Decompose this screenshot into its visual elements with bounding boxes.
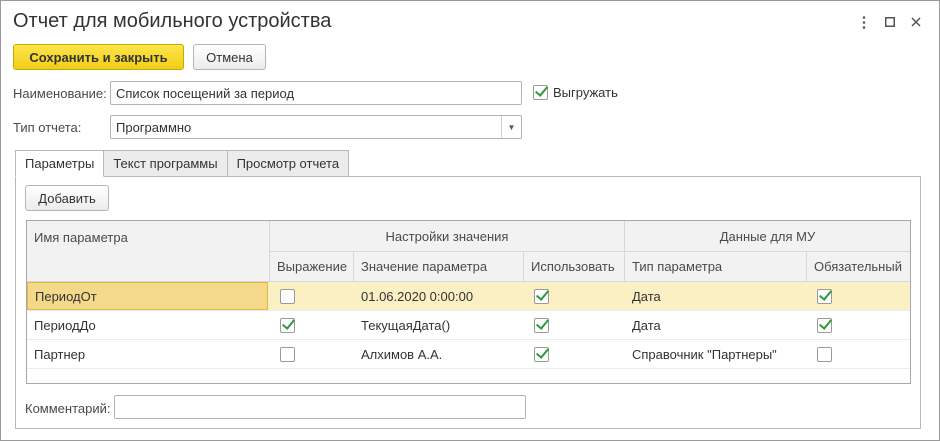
comment-field[interactable] xyxy=(114,395,526,419)
expression-checkbox[interactable] xyxy=(280,288,295,304)
report-window: Отчет для мобильного устройства Сохранит… xyxy=(0,0,940,441)
expression-cell[interactable] xyxy=(270,282,354,310)
use-cell[interactable] xyxy=(524,311,625,339)
comment-label: Комментарий: xyxy=(25,401,111,416)
param-name-cell[interactable]: ПериодДо xyxy=(27,311,270,339)
value-cell[interactable]: 01.06.2020 0:00:00 xyxy=(354,282,524,310)
report-type-select[interactable]: Программно ▼ xyxy=(110,115,522,139)
tab-parameters[interactable]: Параметры xyxy=(15,150,105,177)
tab-report-preview[interactable]: Просмотр отчета xyxy=(226,150,350,177)
dropdown-arrow-icon[interactable]: ▼ xyxy=(501,116,521,138)
table-row[interactable]: ПериодДо ТекущаяДата() Дата xyxy=(27,311,910,340)
col-group-mu-data: Данные для МУ xyxy=(625,221,910,252)
required-cell[interactable] xyxy=(807,340,910,368)
add-parameter-button[interactable]: Добавить xyxy=(25,185,109,211)
expression-checkbox[interactable] xyxy=(280,346,295,362)
use-cell[interactable] xyxy=(524,340,625,368)
col-header-required[interactable]: Обязательный xyxy=(807,252,910,282)
maximize-icon[interactable] xyxy=(877,11,903,33)
required-cell[interactable] xyxy=(807,311,910,339)
col-header-name[interactable]: Имя параметра xyxy=(27,221,270,282)
col-header-expression[interactable]: Выражение xyxy=(270,252,354,282)
col-header-use[interactable]: Использовать xyxy=(524,252,625,282)
param-name-cell[interactable]: Партнер xyxy=(27,340,270,368)
window-controls xyxy=(851,11,929,33)
type-cell[interactable]: Дата xyxy=(625,311,807,339)
parameters-panel: Добавить Имя параметра Настройки значени… xyxy=(15,176,921,429)
window-title: Отчет для мобильного устройства xyxy=(13,10,332,32)
export-checkbox-group[interactable]: Выгружать xyxy=(533,85,618,100)
required-checkbox[interactable] xyxy=(817,317,832,333)
expression-checkbox[interactable] xyxy=(280,317,295,333)
required-cell[interactable] xyxy=(807,282,910,310)
export-label: Выгружать xyxy=(553,85,618,100)
more-vertical-icon[interactable] xyxy=(851,11,877,33)
close-icon[interactable] xyxy=(903,11,929,33)
value-cell[interactable]: ТекущаяДата() xyxy=(354,311,524,339)
table-row[interactable]: Партнер Алхимов А.А. Справочник "Партнер… xyxy=(27,340,910,369)
cancel-button[interactable]: Отмена xyxy=(193,44,266,70)
tab-bar: Параметры Текст программы Просмотр отчет… xyxy=(15,150,350,177)
parameters-table: Имя параметра Настройки значения Данные … xyxy=(26,220,911,384)
expression-cell[interactable] xyxy=(270,311,354,339)
name-field[interactable]: Список посещений за период xyxy=(110,81,522,105)
type-cell[interactable]: Дата xyxy=(625,282,807,310)
use-checkbox[interactable] xyxy=(534,317,549,333)
type-cell[interactable]: Справочник "Партнеры" xyxy=(625,340,807,368)
name-field-value: Список посещений за период xyxy=(116,85,295,101)
col-group-value-settings: Настройки значения xyxy=(270,221,625,252)
value-cell[interactable]: Алхимов А.А. xyxy=(354,340,524,368)
param-name-cell[interactable]: ПериодОт xyxy=(27,282,268,310)
required-checkbox[interactable] xyxy=(817,346,832,362)
col-header-value[interactable]: Значение параметра xyxy=(354,252,524,282)
use-checkbox[interactable] xyxy=(534,346,549,362)
use-cell[interactable] xyxy=(524,282,625,310)
expression-cell[interactable] xyxy=(270,340,354,368)
export-checkbox[interactable] xyxy=(533,85,548,100)
table-row[interactable]: ПериодОт 01.06.2020 0:00:00 Дата xyxy=(27,282,910,311)
col-header-type[interactable]: Тип параметра xyxy=(625,252,807,282)
use-checkbox[interactable] xyxy=(534,288,549,304)
report-type-value: Программно xyxy=(116,119,192,135)
report-type-label: Тип отчета: xyxy=(13,120,82,135)
name-label: Наименование: xyxy=(13,86,107,101)
tab-program-text[interactable]: Текст программы xyxy=(103,150,228,177)
save-and-close-button[interactable]: Сохранить и закрыть xyxy=(13,44,184,70)
required-checkbox[interactable] xyxy=(817,288,832,304)
